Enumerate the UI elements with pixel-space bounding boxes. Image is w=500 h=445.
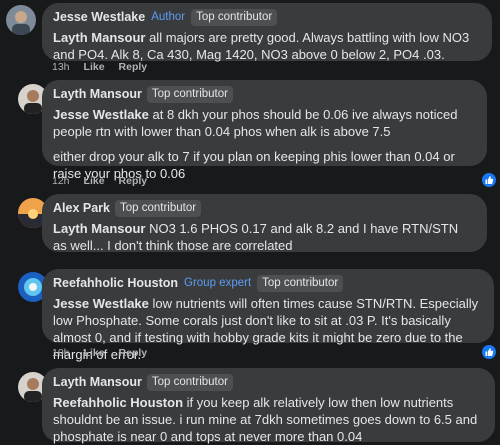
top-contributor-badge: Top contributor (114, 199, 202, 217)
comment-text: Layth Mansour all majors are pretty good… (53, 30, 470, 62)
comment-bubble: Layth Mansour Top contributor Jesse West… (42, 80, 487, 181)
like-reaction-icon[interactable] (482, 173, 496, 187)
comment-author[interactable]: Reefahholic Houston (53, 276, 178, 290)
top-contributor-badge: Top contributor (146, 85, 233, 103)
comment-bubble: Alex Park Top contributor Layth Mansour … (42, 194, 487, 253)
comment-bubble: Reefahholic Houston Group expert Top con… (42, 269, 494, 362)
comment-text: Layth Mansour NO3 1.6 PHOS 0.17 and alk … (53, 221, 459, 253)
reply-button[interactable]: Reply (119, 347, 148, 359)
comment-actions: 12h Like Reply (52, 175, 147, 187)
like-button[interactable]: Like (84, 61, 105, 73)
comment-author[interactable]: Jesse Westlake (53, 10, 145, 24)
comment-author[interactable]: Layth Mansour (53, 87, 142, 101)
comment-text: Jesse Westlake at 8 dkh your phos should… (53, 107, 458, 139)
comment-timestamp[interactable]: 10h (52, 347, 70, 359)
top-contributor-badge: Top contributor (257, 274, 344, 292)
like-button[interactable]: Like (84, 175, 105, 187)
top-contributor-badge: Top contributor (146, 373, 233, 391)
comment-author[interactable]: Layth Mansour (53, 375, 142, 389)
mention-link[interactable]: Reefahholic Houston (53, 395, 183, 410)
comment-bubble: Jesse Westlake Author Top contributor La… (42, 3, 492, 62)
comment-actions: 13h Like Reply (52, 61, 147, 73)
comment-author[interactable]: Alex Park (53, 201, 110, 215)
avatar[interactable] (6, 5, 36, 35)
mention-link[interactable]: Layth Mansour (53, 30, 145, 45)
mention-link[interactable]: Layth Mansour (53, 221, 145, 236)
top-contributor-badge: Top contributor (191, 8, 278, 26)
mention-link[interactable]: Jesse Westlake (53, 296, 149, 311)
comment-text: Reefahholic Houston if you keep alk rela… (53, 395, 478, 444)
comment-bubble: Layth Mansour Top contributor Reefahholi… (42, 368, 495, 444)
reply-button[interactable]: Reply (119, 175, 148, 187)
group-expert-badge: Group expert (184, 276, 252, 289)
like-reaction-icon[interactable] (482, 345, 496, 359)
comment-timestamp[interactable]: 12h (52, 175, 70, 187)
author-badge: Author (151, 10, 186, 23)
reply-button[interactable]: Reply (119, 61, 148, 73)
mention-link[interactable]: Jesse Westlake (53, 107, 149, 122)
like-button[interactable]: Like (84, 347, 105, 359)
comment-timestamp[interactable]: 13h (52, 61, 70, 73)
comment-actions: 10h Like Reply (52, 347, 147, 359)
